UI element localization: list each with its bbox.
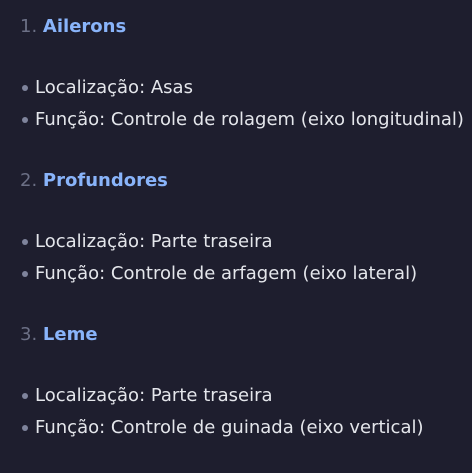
- bullet-icon: [22, 393, 28, 399]
- section-heading: 1. Ailerons: [20, 12, 472, 42]
- bullet-icon: [22, 271, 28, 277]
- section-heading: 2. Profundores: [20, 166, 472, 196]
- section-profundores: 2. Profundores Localização: Parte trasei…: [20, 166, 472, 290]
- detail-list: Localização: Parte traseira Função: Cont…: [20, 226, 472, 290]
- list-item-text: Função: Controle de rolagem (eixo longit…: [35, 109, 464, 130]
- section-title: Leme: [42, 324, 98, 345]
- detail-list: Localização: Asas Função: Controle de ro…: [20, 72, 472, 136]
- list-item: Função: Controle de rolagem (eixo longit…: [20, 104, 472, 136]
- list-item-text: Localização: Parte traseira: [35, 231, 273, 252]
- section-title: Profundores: [42, 170, 168, 191]
- list-item: Função: Controle de guinada (eixo vertic…: [20, 412, 472, 444]
- detail-list: Localização: Parte traseira Função: Cont…: [20, 380, 472, 444]
- list-number: 3.: [20, 324, 38, 345]
- list-item-text: Função: Controle de guinada (eixo vertic…: [35, 417, 424, 438]
- list-item: Localização: Parte traseira: [20, 226, 472, 258]
- section-heading: 3. Leme: [20, 320, 472, 350]
- bullet-icon: [22, 85, 28, 91]
- list-item-text: Localização: Parte traseira: [35, 385, 273, 406]
- section-leme: 3. Leme Localização: Parte traseira Funç…: [20, 320, 472, 444]
- list-number: 2.: [20, 170, 38, 191]
- list-number: 1.: [20, 16, 38, 37]
- document-content: 1. Ailerons Localização: Asas Função: Co…: [20, 12, 472, 444]
- list-item: Localização: Parte traseira: [20, 380, 472, 412]
- list-item-text: Função: Controle de arfagem (eixo latera…: [35, 263, 418, 284]
- section-ailerons: 1. Ailerons Localização: Asas Função: Co…: [20, 12, 472, 136]
- list-item: Função: Controle de arfagem (eixo latera…: [20, 258, 472, 290]
- list-item: Localização: Asas: [20, 72, 472, 104]
- bullet-icon: [22, 425, 28, 431]
- list-item-text: Localização: Asas: [35, 77, 193, 98]
- bullet-icon: [22, 117, 28, 123]
- section-title: Ailerons: [42, 16, 127, 37]
- bullet-icon: [22, 239, 28, 245]
